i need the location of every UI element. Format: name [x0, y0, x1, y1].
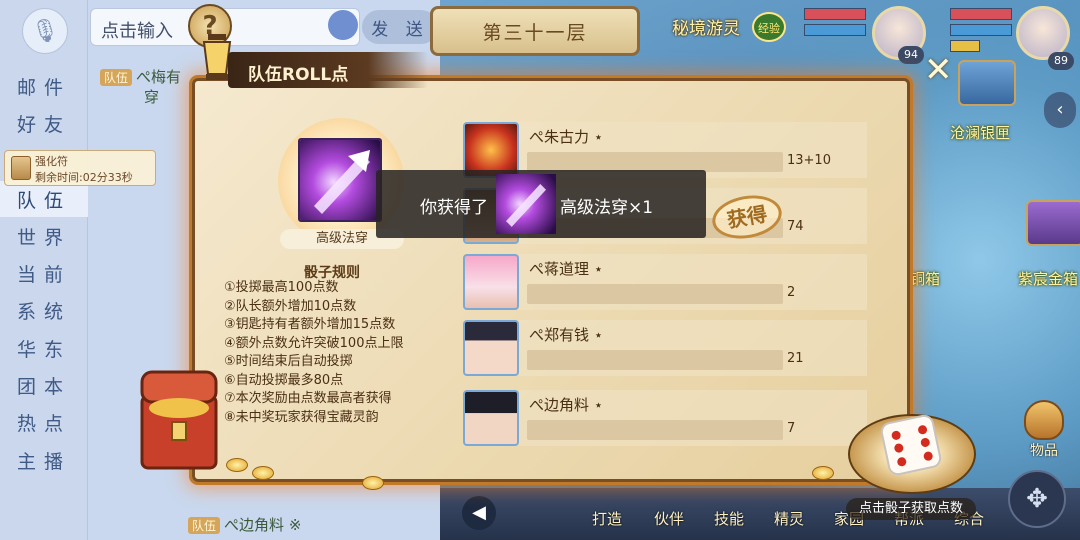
chat-message: 队伍 ぺ边角料 ※ [188, 514, 301, 535]
close-icon[interactable]: ✕ [924, 50, 953, 90]
coin-icon [812, 466, 834, 480]
player-roll-bar [527, 152, 783, 172]
items-label: 物品 [1030, 443, 1058, 459]
player-roll-bar [527, 350, 783, 370]
rule-item: ⑥自动投掷最多80点 [224, 372, 344, 388]
tab-world[interactable]: 世界 [0, 218, 88, 254]
tab-streamer[interactable]: 主播 [0, 442, 88, 478]
treasure-chest-icon [138, 366, 220, 474]
rules-list: ①投掷最高100点数 ②队长额外增加10点数 ③钥匙持有者额外增加15点数 ④额… [224, 279, 444, 427]
roll-title: 队伍ROLL点 [228, 52, 428, 88]
player-roll-bar [527, 420, 783, 440]
rule-item: ④额外点数允许突破100点上限 [224, 335, 404, 351]
collapse-arrow-icon[interactable]: ‹ [1044, 92, 1076, 128]
tab-mail[interactable]: 邮件 [0, 68, 88, 104]
send-button[interactable]: 发 送 [362, 10, 438, 44]
player-avatar[interactable] [463, 390, 519, 446]
toast-prefix: 你获得了 [420, 198, 488, 218]
menu-skill[interactable]: 技能 [714, 508, 744, 529]
map-label-copper-chest: 铜箱 [910, 270, 941, 288]
player-roll-bar [527, 284, 783, 304]
tab-friends[interactable]: 好友 [0, 105, 88, 141]
rule-item: ⑧未中奖玩家获得宝藏灵韵 [224, 409, 379, 425]
reward-item-icon[interactable] [298, 138, 382, 222]
team-tag: 队伍 [100, 69, 133, 86]
player-row: ぺ蒋道理 ⋆ 2 [463, 254, 868, 312]
tab-hot[interactable]: 热点 [0, 404, 88, 440]
tab-current[interactable]: 当前 [0, 255, 88, 291]
party-level-2: 89 [1048, 52, 1074, 70]
gold-chest-icon[interactable] [1026, 200, 1080, 246]
player-name: ぺ蒋道理 ⋆ [529, 260, 604, 278]
stage-banner: 第三十一层 [430, 6, 640, 56]
coin-icon [252, 466, 274, 480]
player-name: ぺ边角料 ⋆ [529, 396, 604, 414]
buff-remaining-label: 剩余时间: [35, 171, 83, 184]
buff-name: 强化符 [35, 155, 68, 168]
toast-suffix: 高级法穿×1 [560, 198, 654, 218]
silver-chest-icon[interactable] [958, 60, 1016, 106]
coin-icon [226, 458, 248, 472]
tab-east-china[interactable]: 华东 [0, 330, 88, 366]
microphone-icon[interactable]: 🎙 [22, 8, 68, 54]
player-score: 74 [787, 219, 804, 234]
player-score: 13+10 [787, 153, 831, 168]
player-row: ぺ边角料 ⋆ 7 [463, 390, 868, 448]
speaker-icon[interactable]: ◀ [462, 496, 496, 530]
coin-icon [362, 476, 384, 490]
rule-item: ②队长额外增加10点数 [224, 298, 357, 314]
tab-system[interactable]: 系统 [0, 292, 88, 328]
tab-team[interactable]: 队伍 [0, 181, 88, 217]
player-name: ぺ朱古力 ⋆ [529, 128, 604, 146]
player-score: 2 [787, 285, 796, 300]
joystick-icon[interactable]: ✥ [1008, 470, 1066, 528]
party-hp-bars [804, 8, 866, 40]
emoji-icon[interactable] [328, 10, 358, 40]
player-score: 21 [787, 351, 804, 366]
chat-message-text: ※ [288, 516, 302, 534]
buff-status[interactable]: 强化符 剩余时间:02分33秒 [4, 150, 156, 186]
map-label-silver-chest: 沧澜银匣 [950, 124, 1011, 142]
player-name: ぺ郑有钱 ⋆ [529, 326, 604, 344]
player-avatar[interactable] [463, 320, 519, 376]
reward-item-icon [496, 174, 556, 234]
player-avatar[interactable] [463, 254, 519, 310]
chat-sender[interactable]: ぺ边角料 [224, 516, 284, 534]
party-hp-bars-2 [950, 8, 1012, 56]
rule-item: ⑦本次奖励由点数最高者获得 [224, 391, 392, 406]
buff-remaining-time: 02分33秒 [82, 171, 133, 184]
player-row: ぺ郑有钱 ⋆ 21 [463, 320, 868, 378]
chat-sender[interactable]: ぺ梅有 [136, 68, 181, 86]
party-level-1: 94 [898, 46, 924, 64]
rule-item: ⑤时间结束后自动投掷 [224, 354, 353, 369]
reward-toast: 你获得了 高级法穿×1 [376, 170, 706, 238]
scroll-icon [11, 156, 31, 180]
rule-item: ①投掷最高100点数 [224, 280, 339, 295]
team-tag: 队伍 [188, 517, 221, 534]
dice-icon[interactable] [878, 412, 944, 478]
bag-icon [1024, 400, 1064, 440]
tab-raid[interactable]: 团本 [0, 367, 88, 403]
player-score: 7 [787, 421, 796, 436]
chat-message-text: 穿 [144, 88, 160, 106]
exp-badge: 经验 [752, 12, 786, 42]
map-label-gold-chest: 紫宸金箱 [1018, 270, 1079, 288]
menu-partner[interactable]: 伙伴 [654, 508, 684, 529]
rule-item: ③钥匙持有者额外增加15点数 [224, 317, 396, 332]
chat-message: 队伍 ぺ梅有 [100, 66, 181, 87]
dice-label[interactable]: 点击骰子获取点数 [846, 498, 976, 520]
map-title: 秘境游灵 [672, 19, 740, 39]
menu-forge[interactable]: 打造 [592, 508, 622, 529]
menu-spirit[interactable]: 精灵 [774, 508, 804, 529]
items-button[interactable]: 物品 [1016, 400, 1072, 462]
